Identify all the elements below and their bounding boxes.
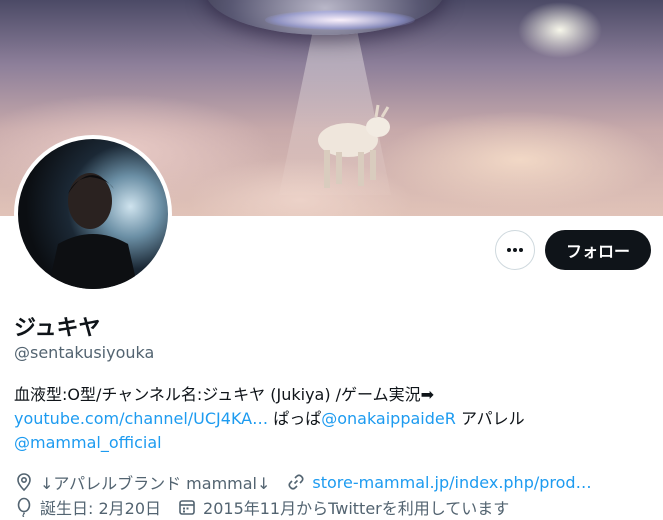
mention-mammal-official[interactable]: @mammal_official	[14, 433, 162, 452]
calendar-icon	[177, 497, 197, 517]
bio-line-3: @mammal_official	[14, 431, 634, 455]
bio-text: アパレル	[455, 409, 525, 428]
profile-meta-row-2: 誕生日: 2月20日 2015年11月からTwitterを利用しています	[14, 495, 509, 519]
avatar-photo	[48, 173, 138, 289]
handle: @sentakusiyouka	[14, 343, 155, 362]
follow-button[interactable]: フォロー	[545, 230, 651, 270]
location-pin-icon	[14, 472, 34, 492]
balloon-icon	[14, 497, 34, 517]
ufo-lights	[265, 10, 415, 30]
location-text: ↓アパレルブランド mammal↓	[40, 474, 271, 493]
bio-line-1: 血液型:O型/チャンネル名:ジュキヤ (Jukiya) /ゲーム実況➡	[14, 385, 434, 404]
bio: 血液型:O型/チャンネル名:ジュキヤ (Jukiya) /ゲーム実況➡ yout…	[14, 383, 634, 455]
profile-meta-row-1: ↓アパレルブランド mammal↓ store-mammal.jp/index.…	[14, 470, 592, 494]
goat-illustration	[318, 104, 390, 188]
bio-text: ぱっぱ	[268, 409, 322, 428]
youtube-link[interactable]: youtube.com/channel/UCJ4KA…	[14, 409, 268, 428]
joined-text: 2015年11月からTwitterを利用しています	[203, 499, 510, 518]
mention-onakaippaider[interactable]: @onakaippaideR	[321, 409, 456, 428]
website-link[interactable]: store-mammal.jp/index.php/prod…	[312, 473, 591, 492]
bio-line-2: youtube.com/channel/UCJ4KA… ぱっぱ@onakaipp…	[14, 407, 634, 431]
more-button[interactable]	[495, 230, 535, 270]
display-name: ジュキヤ	[14, 316, 101, 341]
birthday-text: 誕生日: 2月20日	[40, 499, 162, 518]
more-horizontal-icon	[507, 248, 523, 252]
avatar[interactable]	[14, 135, 172, 293]
link-icon	[286, 472, 306, 492]
